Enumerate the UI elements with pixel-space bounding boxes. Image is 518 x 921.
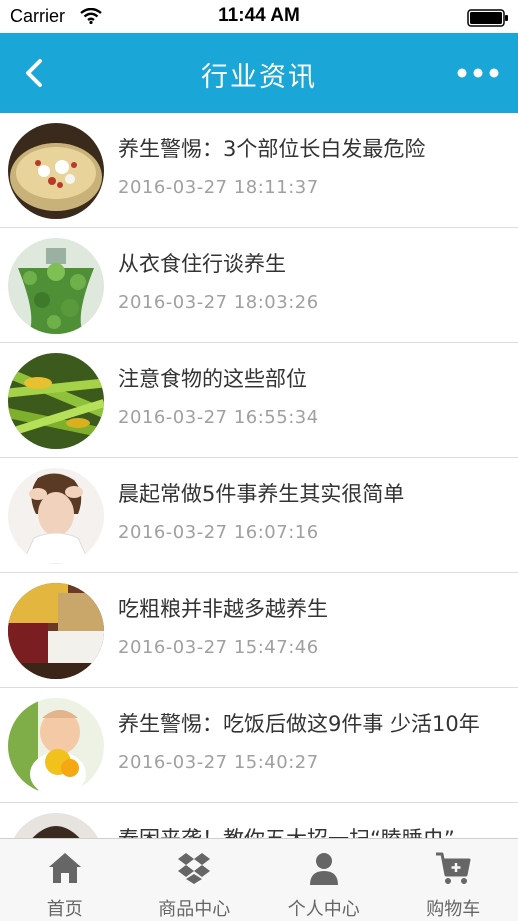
article-thumbnail [8, 583, 104, 679]
article-title: 养生警惕：3个部位长白发最危险 [118, 133, 508, 163]
article-thumbnail [8, 238, 104, 334]
status-bar: Carrier 11:44 AM [0, 0, 518, 33]
more-button[interactable] [456, 59, 500, 87]
article-thumbnail [8, 123, 104, 219]
article-date: 2016-03-27 15:40:27 [118, 752, 319, 773]
tab-profile[interactable]: 个人中心 [259, 839, 389, 921]
article-thumbnail [8, 698, 104, 794]
list-item[interactable]: 养生警惕：3个部位长白发最危险 2016-03-27 18:11:37 [0, 113, 518, 228]
battery-icon [467, 9, 509, 31]
tab-products[interactable]: 商品中心 [130, 839, 260, 921]
dropbox-icon [176, 851, 212, 889]
article-title: 养生警惕：吃饭后做这9件事 少活10年 [118, 708, 508, 738]
article-date: 2016-03-27 18:11:37 [118, 177, 319, 198]
list-item[interactable]: 从衣食住行谈养生 2016-03-27 18:03:26 [0, 228, 518, 343]
article-title: 晨起常做5件事养生其实很简单 [118, 478, 508, 508]
article-date: 2016-03-27 15:47:46 [118, 637, 319, 658]
nav-bar: 行业资讯 [0, 33, 518, 113]
article-list[interactable]: 养生警惕：3个部位长白发最危险 2016-03-27 18:11:37 从衣食住… [0, 113, 518, 838]
cart-icon [434, 851, 472, 889]
list-item[interactable]: 春困来袭！教你五大招一扫“瞌睡虫” [0, 803, 518, 838]
home-icon [47, 851, 83, 889]
article-title: 注意食物的这些部位 [118, 363, 508, 393]
article-date: 2016-03-27 16:55:34 [118, 407, 319, 428]
list-item[interactable]: 晨起常做5件事养生其实很简单 2016-03-27 16:07:16 [0, 458, 518, 573]
article-thumbnail [8, 468, 104, 564]
user-icon [306, 851, 342, 891]
tab-cart[interactable]: 购物车 [389, 839, 518, 921]
tab-home[interactable]: 首页 [0, 839, 130, 921]
article-thumbnail [8, 813, 104, 838]
article-title: 从衣食住行谈养生 [118, 248, 508, 278]
status-time: 11:44 AM [0, 5, 518, 27]
article-title: 吃粗粮并非越多越养生 [118, 593, 508, 623]
article-date: 2016-03-27 18:03:26 [118, 292, 319, 313]
article-date: 2016-03-27 16:07:16 [118, 522, 319, 543]
list-item[interactable]: 注意食物的这些部位 2016-03-27 16:55:34 [0, 343, 518, 458]
tab-label: 购物车 [389, 895, 518, 921]
page-title: 行业资讯 [0, 55, 518, 94]
tab-label: 商品中心 [130, 895, 260, 921]
tab-bar: 首页 商品中心 个人中心 [0, 838, 518, 921]
article-title: 春困来袭！教你五大招一扫“瞌睡虫” [118, 823, 508, 838]
more-dots-icon [456, 59, 500, 87]
tab-label: 首页 [0, 895, 130, 921]
list-item[interactable]: 养生警惕：吃饭后做这9件事 少活10年 2016-03-27 15:40:27 [0, 688, 518, 803]
list-item[interactable]: 吃粗粮并非越多越养生 2016-03-27 15:47:46 [0, 573, 518, 688]
article-thumbnail [8, 353, 104, 449]
tab-label: 个人中心 [259, 895, 389, 921]
